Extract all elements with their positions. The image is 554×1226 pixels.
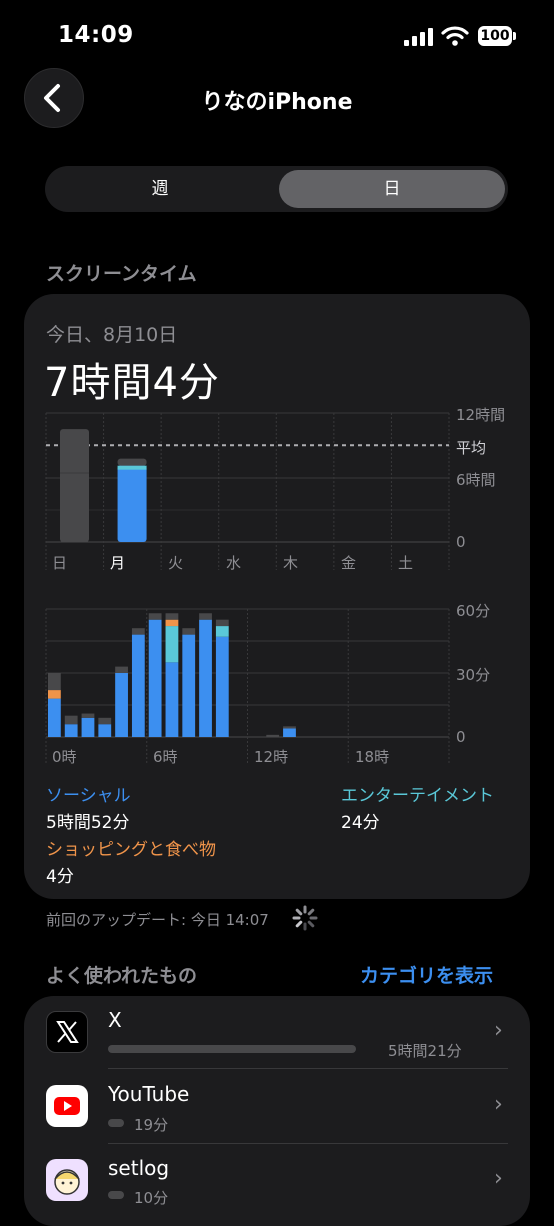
hour-bar-segment — [131, 628, 145, 635]
hour-bar-segment — [148, 613, 162, 620]
hour-bar-segment — [48, 690, 61, 699]
category-name-shopping: ショッピングと食べ物 — [46, 840, 216, 860]
chevron-right-icon: › — [494, 1092, 503, 1117]
hour-x-label: 18時 — [355, 748, 390, 766]
hour-bar-segment — [283, 728, 296, 737]
hour-bar-segment — [81, 713, 95, 718]
week-y-label-average: 平均 — [456, 439, 487, 457]
hour-bar-segment — [98, 724, 112, 737]
hour-x-label: 12時 — [254, 748, 289, 766]
app-time: 5時間21分 — [388, 1042, 462, 1060]
hour-bar-segment — [148, 619, 162, 737]
hour-y-label-60: 60分 — [456, 602, 491, 620]
hour-bar-segment — [182, 634, 196, 737]
most-used-heading: よく使われたもの — [46, 965, 198, 987]
week-y-label-12h: 12時間 — [456, 406, 506, 424]
app-time: 19分 — [134, 1116, 169, 1134]
hour-bar-segment — [283, 726, 296, 729]
hour-bar-segment — [81, 717, 95, 737]
show-categories-link[interactable]: カテゴリを表示 — [360, 961, 493, 988]
hour-bar-segment — [98, 717, 112, 725]
week-bar-other — [117, 458, 147, 466]
week-day-label: 土 — [398, 554, 414, 572]
week-y-label-0: 0 — [456, 533, 466, 551]
app-row-youtube[interactable] — [24, 1069, 530, 1143]
app-name: setlog — [108, 1156, 170, 1180]
app-name: YouTube — [108, 1082, 190, 1106]
app-name: X — [108, 1008, 122, 1032]
hour-bar-segment — [115, 673, 128, 737]
category-name-entertainment: エンターテイメント — [341, 786, 494, 806]
x-app-icon — [46, 1011, 88, 1053]
category-value-entertainment: 24分 — [341, 813, 380, 833]
hour-y-label-0: 0 — [456, 728, 466, 746]
hour-bar-segment — [48, 673, 61, 691]
last-update-text: 前回のアップデート: 今日 14:07 — [46, 911, 269, 929]
youtube-app-icon — [46, 1085, 88, 1127]
hour-bar-segment — [64, 724, 78, 737]
hour-bar-segment — [64, 715, 78, 725]
hour-bar-segment — [215, 626, 229, 637]
hour-x-label: 6時 — [153, 748, 178, 766]
chevron-right-icon: › — [494, 1166, 503, 1191]
app-row-setlog[interactable] — [24, 1144, 530, 1200]
hour-bar-segment — [199, 613, 212, 620]
app-usage-bar — [108, 1119, 124, 1127]
week-day-label: 水 — [226, 554, 242, 572]
week-bar-entertainment — [117, 465, 147, 470]
week-bar — [117, 465, 147, 542]
hour-bar-segment — [182, 628, 196, 635]
app-time: 10分 — [134, 1189, 169, 1207]
hour-bar-segment — [115, 666, 128, 673]
hour-bar-segment — [165, 619, 179, 627]
week-day-label: 日 — [52, 554, 68, 572]
hour-bar-segment — [131, 634, 145, 737]
app-usage-bar — [108, 1045, 356, 1053]
week-day-label: 金 — [341, 554, 357, 572]
hour-bar-segment — [165, 613, 179, 620]
hour-bar-segment — [165, 662, 179, 737]
setlog-app-icon — [46, 1159, 88, 1201]
hour-y-label-30: 30分 — [456, 666, 491, 684]
hour-x-label: 0時 — [52, 748, 77, 766]
chevron-right-icon: › — [494, 1018, 503, 1043]
week-day-label: 火 — [168, 554, 184, 572]
hour-bar-segment — [215, 619, 229, 627]
category-value-shopping: 4分 — [46, 867, 74, 887]
hour-bar-segment — [215, 636, 229, 737]
week-bar — [60, 429, 89, 542]
app-usage-bar — [108, 1191, 124, 1199]
hour-bar-segment — [165, 626, 179, 663]
category-value-social: 5時間52分 — [46, 813, 130, 833]
category-name-social: ソーシャル — [46, 786, 131, 806]
hour-bar-segment — [199, 619, 212, 737]
hour-bar-segment — [266, 734, 280, 737]
hour-bar-segment — [48, 698, 61, 737]
week-day-label: 月 — [110, 554, 126, 572]
loading-spinner-icon — [292, 905, 318, 931]
week-y-label-6h: 6時間 — [456, 471, 496, 489]
week-day-label: 木 — [283, 554, 299, 572]
